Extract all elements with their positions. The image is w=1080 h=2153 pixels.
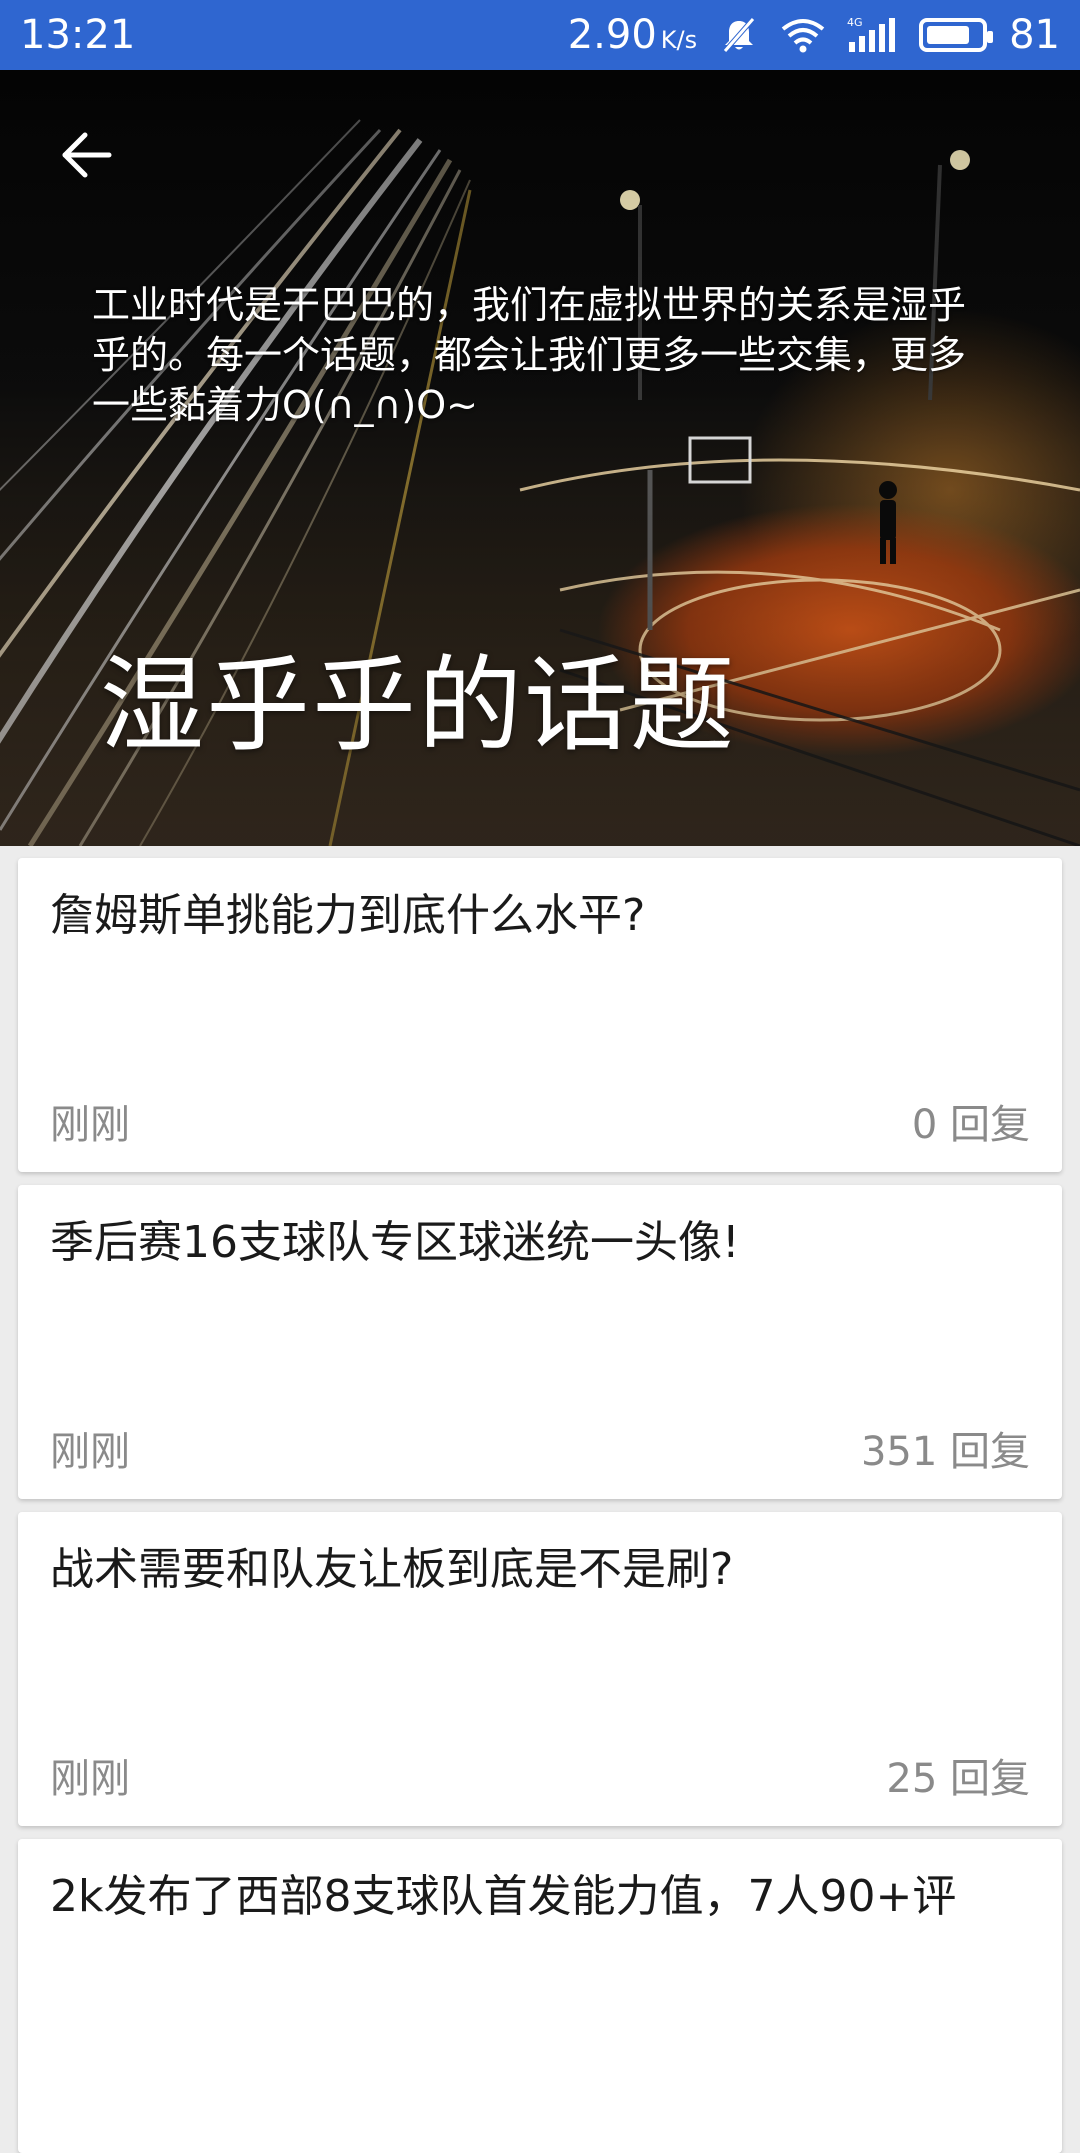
topic-time: 刚刚 bbox=[50, 1102, 130, 1148]
arrow-back-icon bbox=[62, 132, 112, 178]
status-icons: 2.90 K/s 4G 81 bbox=[568, 12, 1060, 58]
topic-time: 刚刚 bbox=[50, 1756, 130, 1802]
topic-title: 詹姆斯单挑能力到底什么水平? bbox=[50, 890, 646, 941]
battery-icon bbox=[919, 18, 994, 52]
wifi-icon bbox=[781, 17, 825, 53]
network-speed-unit: K/s bbox=[660, 26, 698, 54]
battery-percentage: 81 bbox=[1009, 12, 1060, 58]
topic-reply-count: 351 回复 bbox=[860, 1429, 1030, 1475]
topic-card[interactable]: 詹姆斯单挑能力到底什么水平? 刚刚 0 回复 bbox=[18, 858, 1062, 1172]
back-button[interactable] bbox=[52, 120, 122, 190]
signal-4g-icon: 4G bbox=[847, 16, 897, 54]
topic-time: 刚刚 bbox=[50, 1429, 130, 1475]
topic-reply-count: 25 回复 bbox=[886, 1756, 1030, 1802]
topic-card[interactable]: 季后赛16支球队专区球迷统一头像! 刚刚 351 回复 bbox=[18, 1185, 1062, 1499]
status-bar: 13:21 2.90 K/s 4G 81 bbox=[0, 0, 1080, 70]
battery-fill bbox=[927, 26, 970, 44]
status-time: 13:21 bbox=[20, 12, 136, 58]
topic-title: 季后赛16支球队专区球迷统一头像! bbox=[50, 1217, 740, 1268]
topic-description: 工业时代是干巴巴的，我们在虚拟世界的关系是湿乎乎的。每一个话题，都会让我们更多一… bbox=[92, 283, 967, 427]
topic-title: 战术需要和队友让板到底是不是刷? bbox=[50, 1544, 734, 1595]
topic-reply-count: 0 回复 bbox=[911, 1102, 1030, 1148]
topic-header: 工业时代是干巴巴的，我们在虚拟世界的关系是湿乎乎的。每一个话题，都会让我们更多一… bbox=[0, 70, 1080, 846]
topic-card[interactable]: 2k发布了西部8支球队首发能力值，7人90+评 bbox=[18, 1839, 1062, 2153]
page-title: 湿乎乎的话题 bbox=[100, 644, 737, 766]
network-speed-value: 2.90 bbox=[567, 12, 657, 58]
svg-text:4G: 4G bbox=[847, 16, 863, 29]
network-speed: 2.90 K/s bbox=[568, 12, 697, 58]
mute-bell-icon bbox=[719, 15, 759, 55]
topic-card[interactable]: 战术需要和队友让板到底是不是刷? 刚刚 25 回复 bbox=[18, 1512, 1062, 1826]
topic-title: 2k发布了西部8支球队首发能力值，7人90+评 bbox=[50, 1871, 957, 1922]
